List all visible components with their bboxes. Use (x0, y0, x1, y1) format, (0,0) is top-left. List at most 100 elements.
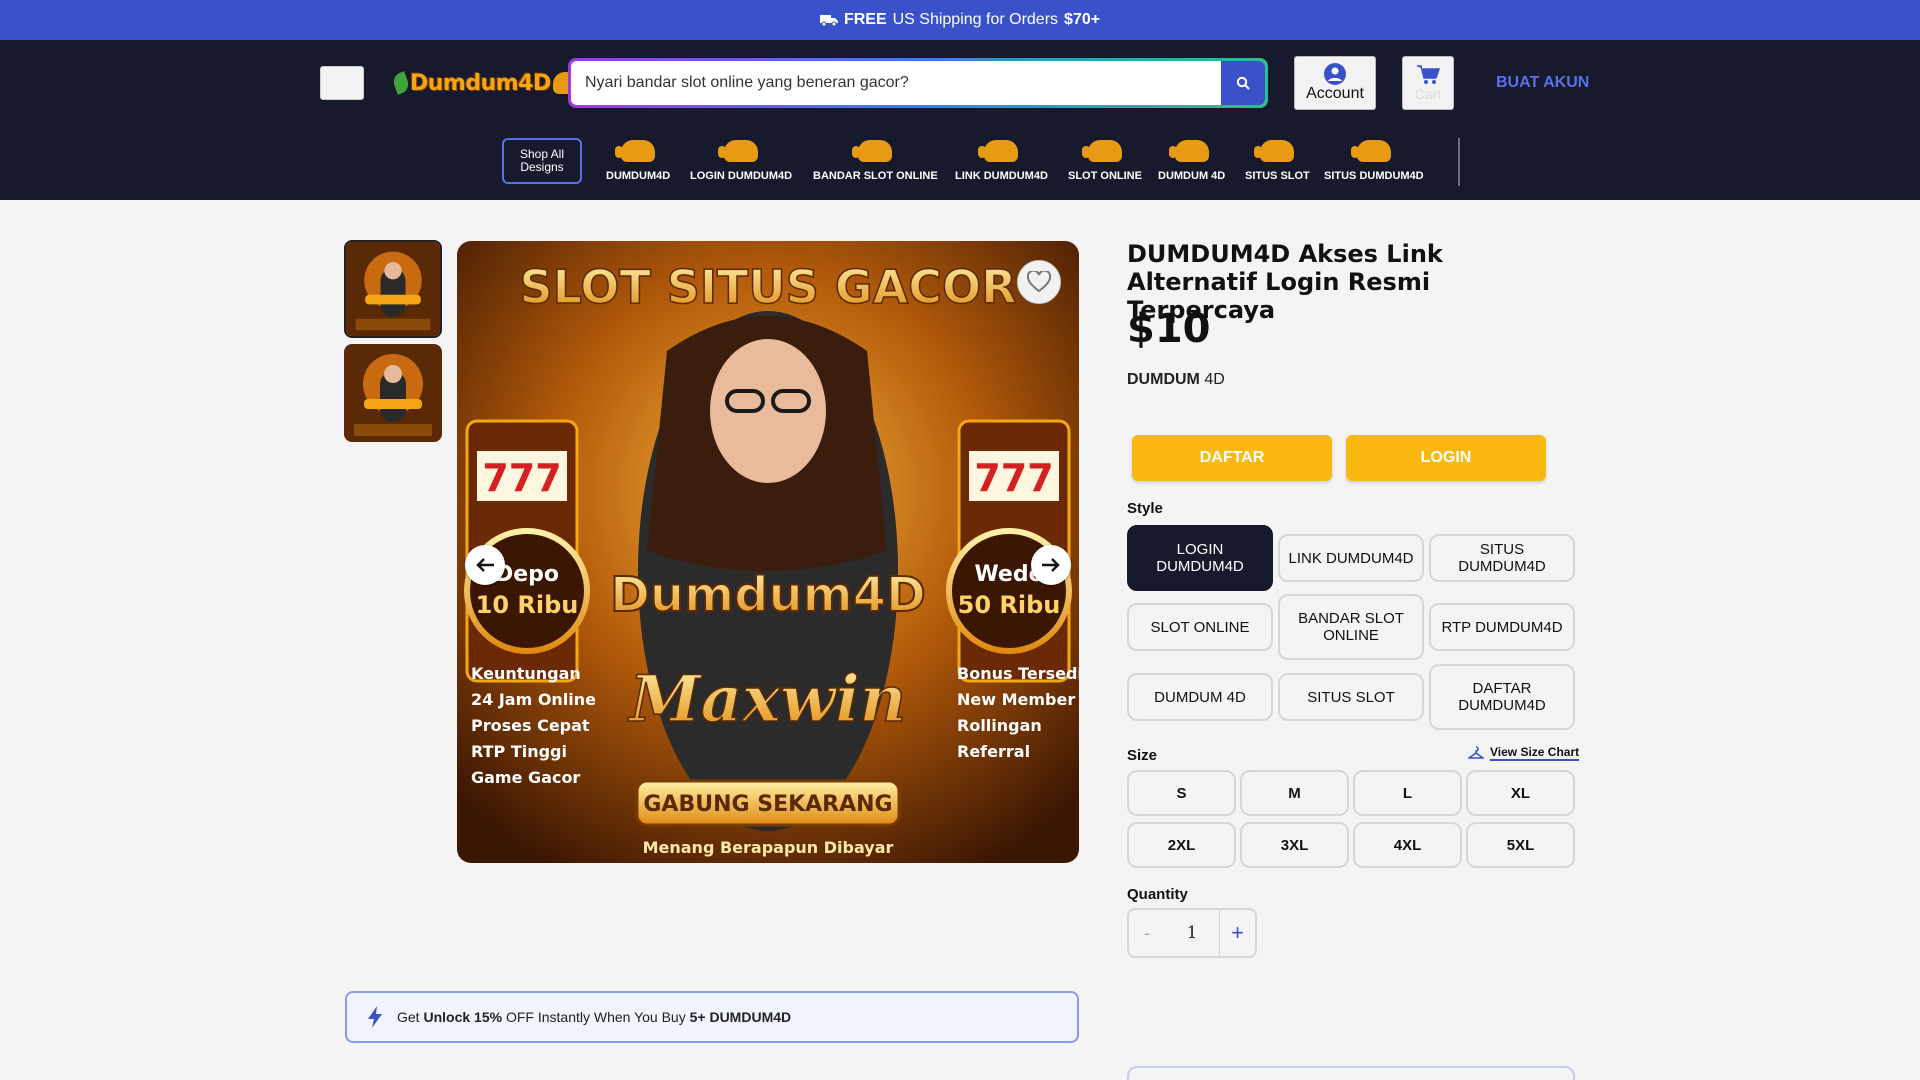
leaf-icon (391, 71, 411, 95)
menu-button[interactable] (320, 66, 364, 100)
nav-item-label: SITUS DUMDUM4D (1324, 170, 1424, 182)
size-option-3xl[interactable]: 3XL (1240, 822, 1349, 868)
product-price: $10 (1127, 306, 1211, 352)
size-option-xl[interactable]: XL (1466, 770, 1575, 816)
style-option-situs-dumdum4d[interactable]: SITUS DUMDUM4D (1429, 534, 1575, 582)
nav-item-dumdum-4d[interactable]: DUMDUM 4D (1158, 140, 1225, 182)
login-button[interactable]: LOGIN (1346, 435, 1546, 481)
right-reel-777: 777 (974, 456, 1053, 500)
bulk-discount-banner: Get Unlock 15% OFF Instantly When You Bu… (345, 991, 1079, 1043)
quantity-stepper: - 1 + (1127, 908, 1257, 958)
search-button[interactable] (1221, 61, 1265, 105)
product-main-image: 777 777 Depo 10 Ribu Wede 50 Ribu SLOT S… (457, 241, 1079, 863)
register-button[interactable]: DAFTAR (1132, 435, 1332, 481)
promo-text: US Shipping for Orders (892, 11, 1059, 28)
quantity-decrease-button[interactable]: - (1129, 923, 1165, 944)
signup-link[interactable]: BUAT AKUN (1496, 74, 1589, 92)
account-label: Account (1306, 85, 1364, 102)
elephant-icon (852, 140, 893, 162)
left-list-item: Keuntungan (471, 664, 581, 683)
next-image-button[interactable] (1031, 545, 1071, 585)
product-thumbnail-1[interactable] (344, 240, 442, 338)
right-list-item: New Member (957, 690, 1075, 709)
account-button[interactable]: Account (1294, 56, 1376, 110)
nav-item-label: DUMDUM 4D (1158, 170, 1226, 182)
elephant-icon (978, 140, 1019, 162)
left-list-item: 24 Jam Online (471, 690, 596, 709)
user-icon (1324, 63, 1346, 85)
style-option-link-dumdum4d[interactable]: LINK DUMDUM4D (1278, 534, 1424, 582)
category-nav: Shop All Designs DUMDUM4D LOGIN DUMDUM4D… (0, 138, 1920, 200)
wishlist-button[interactable] (1017, 260, 1061, 304)
promo-amount: $70+ (1064, 11, 1101, 28)
nav-item-link-dumdum4d[interactable]: LINK DUMDUM4D (955, 140, 1048, 182)
search-icon (1236, 76, 1250, 90)
size-option-5xl[interactable]: 5XL (1466, 822, 1575, 868)
cart-label: Cart (1414, 86, 1442, 102)
size-option-l[interactable]: L (1353, 770, 1462, 816)
site-header: Dumdum4D Account Cart BUAT AKUN Shop All… (0, 40, 1920, 200)
style-option-daftar-dumdum4d[interactable]: DAFTAR DUMDUM4D (1429, 664, 1575, 730)
size-label: Size (1127, 747, 1158, 764)
product-brand[interactable]: DUMDUM 4D (1127, 371, 1225, 389)
size-option-m[interactable]: M (1240, 770, 1349, 816)
style-option-dumdum-4d[interactable]: DUMDUM 4D (1127, 673, 1273, 721)
size-option-s[interactable]: S (1127, 770, 1236, 816)
style-option-slot-online[interactable]: SLOT ONLINE (1127, 603, 1273, 651)
arrow-right-icon (1042, 558, 1060, 572)
logo-text: Dumdum4D (410, 70, 551, 96)
elephant-icon (1168, 140, 1209, 162)
nav-item-situs-dumdum4d[interactable]: SITUS DUMDUM4D (1324, 140, 1424, 182)
info-card (1127, 1066, 1575, 1080)
nav-item-bandar-slot-online[interactable]: BANDAR SLOT ONLINE (813, 140, 938, 182)
nav-item-label: SITUS SLOT (1245, 170, 1310, 182)
nav-item-label: LINK DUMDUM4D (955, 170, 1048, 182)
search-input[interactable] (571, 61, 1221, 105)
truck-icon (819, 15, 838, 27)
right-list-item: Referral (957, 742, 1030, 761)
banner-footer: Menang Berapapun Dibayar (643, 838, 894, 857)
style-option-situs-slot[interactable]: SITUS SLOT (1278, 673, 1424, 721)
style-label: Style (1127, 500, 1163, 517)
style-option-bandar-slot-online[interactable]: BANDAR SLOT ONLINE (1278, 594, 1424, 660)
shop-all-button[interactable]: Shop All Designs (502, 138, 582, 184)
quantity-increase-button[interactable]: + (1219, 910, 1255, 956)
thumbnail-image (346, 242, 440, 336)
nav-item-dumdum4d[interactable]: DUMDUM4D (606, 140, 670, 182)
cart-icon (1417, 65, 1440, 84)
elephant-icon (1081, 140, 1122, 162)
style-option-rtp-dumdum4d[interactable]: RTP DUMDUM4D (1429, 603, 1575, 651)
size-chart-link[interactable]: View Size Chart (1468, 745, 1580, 761)
search-bar (568, 58, 1268, 108)
style-option-login-dumdum4d[interactable]: LOGIN DUMDUM4D (1127, 525, 1273, 591)
nav-item-situs-slot[interactable]: SITUS SLOT (1245, 140, 1310, 182)
nav-divider (1458, 138, 1460, 186)
nav-item-login-dumdum4d[interactable]: LOGIN DUMDUM4D (690, 140, 792, 182)
elephant-icon (615, 140, 656, 162)
size-option-4xl[interactable]: 4XL (1353, 822, 1462, 868)
cart-button[interactable]: Cart (1402, 56, 1454, 110)
quantity-value[interactable]: 1 (1165, 923, 1219, 943)
banner-title: SLOT SITUS GACOR (519, 260, 1016, 314)
previous-image-button[interactable] (465, 545, 505, 585)
quantity-label: Quantity (1127, 886, 1188, 903)
banner-brand: Dumdum4D (610, 567, 926, 623)
elephant-icon (718, 140, 759, 162)
banner-cta: GABUNG SEKARANG (643, 792, 892, 817)
right-list-item: Bonus Tersedia (957, 664, 1079, 683)
size-option-2xl[interactable]: 2XL (1127, 822, 1236, 868)
nav-item-label: LOGIN DUMDUM4D (690, 170, 793, 182)
thumbnail-image (344, 344, 442, 442)
heart-icon (1027, 271, 1051, 293)
lightning-icon (368, 1006, 382, 1028)
left-badge-line2: 10 Ribu (476, 591, 579, 619)
right-list-item: Rollingan (957, 716, 1042, 735)
elephant-icon (1254, 140, 1295, 162)
product-thumbnail-2[interactable] (344, 344, 442, 442)
bulk-discount-text: Get Unlock 15% OFF Instantly When You Bu… (397, 1009, 792, 1025)
nav-item-slot-online[interactable]: SLOT ONLINE (1068, 140, 1142, 182)
site-logo[interactable]: Dumdum4D (391, 64, 579, 102)
nav-item-label: DUMDUM4D (606, 170, 671, 182)
left-list-item: Proses Cepat (471, 716, 590, 735)
left-list-item: RTP Tinggi (471, 742, 567, 761)
